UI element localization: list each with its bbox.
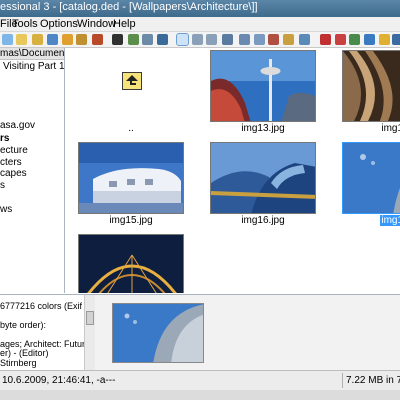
tree-item[interactable]: ecture: [0, 145, 28, 156]
menu-help[interactable]: Help: [113, 18, 136, 30]
folder-tree[interactable]: mas\Documents\E Visiting Part 1 asa.gov …: [0, 48, 65, 293]
tree-item[interactable]: asa.gov: [0, 120, 35, 131]
window-title: essional 3 - [catalog.ded - [Wallpapers\…: [0, 1, 258, 13]
catalog-icon[interactable]: [47, 34, 58, 45]
tree-item[interactable]: cters: [0, 157, 22, 168]
thumbnail-image: [342, 50, 400, 122]
thumbnail-caption: ..: [128, 123, 134, 134]
view-details-icon[interactable]: [206, 34, 217, 45]
move-to-icon[interactable]: [157, 34, 168, 45]
thumbnail-image: [210, 50, 316, 122]
sort-icon[interactable]: [239, 34, 250, 45]
thumbnail-image: [210, 142, 316, 214]
thumbnail-item[interactable]: img16.jpg: [210, 142, 316, 226]
tree-item[interactable]: Visiting Part 1: [3, 61, 64, 72]
tree-path-header: mas\Documents\E: [0, 48, 64, 60]
tree-item[interactable]: rs: [0, 133, 9, 144]
menu-window[interactable]: Window: [77, 18, 116, 30]
thumbnail-item[interactable]: [78, 234, 184, 293]
thumbnail-item[interactable]: img13.jpg: [210, 50, 316, 134]
info-icon[interactable]: [392, 34, 400, 45]
info-line: 6777216 colors (Exif: [0, 301, 83, 311]
status-bar: 10.6.2009, 21:46:41, -a--- 7.22 MB in 7 …: [0, 370, 400, 390]
edit-icon[interactable]: [364, 34, 375, 45]
status-file-info: 10.6.2009, 21:46:41, -a---: [2, 375, 116, 386]
view-list-icon[interactable]: [192, 34, 203, 45]
thumbnail-caption: img13.jpg: [241, 123, 285, 134]
binoculars-icon[interactable]: [112, 34, 123, 45]
sort-by-size-icon[interactable]: [254, 34, 265, 45]
view-columns-icon[interactable]: [222, 34, 233, 45]
info-line: Stirnberg: [0, 358, 37, 368]
thumbnail-image: [78, 142, 184, 214]
thumbnail-caption: img14: [381, 123, 400, 134]
image-preview: [112, 303, 204, 363]
thumbnail-item[interactable]: img14: [342, 50, 400, 134]
view-thumbnails-icon[interactable]: [176, 33, 189, 46]
select-all-icon[interactable]: [299, 34, 310, 45]
toolbar: [0, 32, 400, 48]
copy-to-icon[interactable]: [142, 34, 153, 45]
info-panel: 6777216 colors (Exif byte order): ages; …: [0, 294, 400, 371]
sort-by-date-icon[interactable]: [283, 34, 294, 45]
status-summary: 7.22 MB in 7 file: [346, 375, 400, 386]
menu-tools[interactable]: Tools: [12, 18, 38, 30]
taskbar-strip: [0, 390, 400, 400]
thumbnail-image: [78, 234, 184, 293]
thumbnail-item[interactable]: img15.jpg: [78, 142, 184, 226]
sort-by-type-icon[interactable]: [268, 34, 279, 45]
title-bar: essional 3 - [catalog.ded - [Wallpapers\…: [0, 0, 400, 17]
tree-item[interactable]: capes: [0, 168, 27, 179]
menu-options[interactable]: Options: [40, 18, 78, 30]
thumbnail-view[interactable]: .. img13.jpg img14: [66, 48, 400, 293]
new-folder-icon[interactable]: [32, 34, 43, 45]
info-scrollbar[interactable]: [84, 295, 95, 371]
up-folder-icon[interactable]: [2, 34, 13, 45]
exif-info: 6777216 colors (Exif byte order): ages; …: [0, 295, 84, 371]
rename-icon[interactable]: [128, 34, 139, 45]
help-icon[interactable]: [379, 34, 390, 45]
open-folder-icon[interactable]: [16, 34, 27, 45]
thumbnail-image: [342, 142, 400, 214]
menu-bar: File Tools Options Window Help: [0, 17, 400, 32]
tree-item[interactable]: s: [0, 180, 5, 191]
add-icon[interactable]: [320, 34, 331, 45]
status-divider: [342, 373, 343, 388]
thumbnail-item[interactable]: img17: [342, 142, 400, 226]
burn-icon[interactable]: [92, 34, 103, 45]
favorite-icon[interactable]: [335, 34, 346, 45]
thumbnail-caption: img17: [342, 215, 400, 226]
tree-item[interactable]: ws: [0, 204, 12, 215]
slideshow-icon[interactable]: [349, 34, 360, 45]
thumbnail-caption: img15.jpg: [109, 215, 153, 226]
info-line: byte order):: [0, 320, 47, 330]
properties-icon[interactable]: [76, 34, 87, 45]
thumbnail-item[interactable]: ..: [78, 50, 184, 134]
scan-icon[interactable]: [62, 34, 73, 45]
info-line: er) - (Editor): [0, 348, 49, 358]
thumbnail-caption: img16.jpg: [241, 215, 285, 226]
scrollbar-thumb[interactable]: [86, 311, 94, 325]
parent-folder-icon: [122, 72, 142, 90]
